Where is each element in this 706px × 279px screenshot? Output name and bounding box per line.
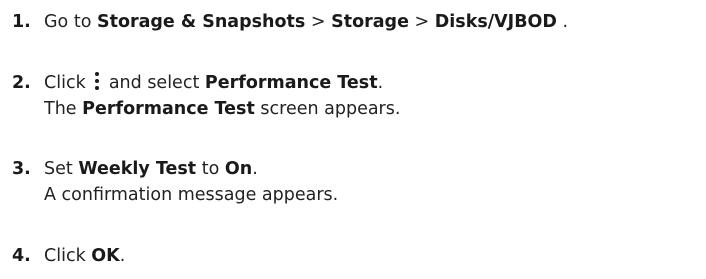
step-result: The Performance Test screen appears. <box>44 96 400 122</box>
text-run: The <box>44 99 83 119</box>
path-separator: > <box>408 12 435 32</box>
step-text: Click and select Performance Test. <box>44 70 400 96</box>
text-run: A confirmation message appears. <box>44 185 339 205</box>
step-body: Go to Storage & Snapshots > Storage > Di… <box>44 9 568 35</box>
menu-path-storage: Storage <box>331 12 409 32</box>
text-run: Set <box>44 159 79 179</box>
path-separator: > <box>305 12 332 32</box>
ui-term-on: On <box>224 159 253 179</box>
text-run: and select <box>103 73 205 93</box>
step-number: 1. <box>12 12 31 32</box>
text-run: Go to <box>44 12 97 32</box>
ui-term-performance-test: Performance Test <box>204 73 378 93</box>
text-run: to <box>196 159 225 179</box>
text-run: Click <box>44 246 92 266</box>
step-number: 4. <box>12 246 31 266</box>
step-number: 3. <box>12 159 31 179</box>
step-body: Set Weekly Test to On. A confirmation me… <box>44 156 338 208</box>
text-run: Click <box>44 73 92 93</box>
kebab-menu-icon <box>93 72 101 90</box>
text-run: screen appears. <box>254 99 401 119</box>
step-4: 4. Click OK. <box>12 243 125 269</box>
step-result: A confirmation message appears. <box>44 182 338 208</box>
step-body: Click OK. <box>44 243 125 269</box>
ui-term-performance-test: Performance Test <box>82 99 255 119</box>
menu-path-storage-snapshots: Storage & Snapshots <box>96 12 306 32</box>
text-run: . <box>556 12 569 32</box>
step-2: 2. Click and select Performance Test. Th… <box>12 70 400 122</box>
step-text: Click OK. <box>44 243 125 269</box>
step-text: Set Weekly Test to On. <box>44 156 338 182</box>
step-text: Go to Storage & Snapshots > Storage > Di… <box>44 9 568 35</box>
step-1: 1. Go to Storage & Snapshots > Storage >… <box>12 9 568 35</box>
step-body: Click and select Performance Test. The P… <box>44 70 400 122</box>
menu-path-disks-vjbod: Disks/VJBOD <box>434 12 557 32</box>
ui-term-weekly-test: Weekly Test <box>78 159 197 179</box>
text-run: . <box>377 73 384 93</box>
ui-term-ok: OK <box>91 246 120 266</box>
step-number: 2. <box>12 73 31 93</box>
instruction-steps: 1. Go to Storage & Snapshots > Storage >… <box>0 0 706 279</box>
text-run: . <box>252 159 258 179</box>
text-run: . <box>119 246 126 266</box>
step-3: 3. Set Weekly Test to On. A confirmation… <box>12 156 338 208</box>
